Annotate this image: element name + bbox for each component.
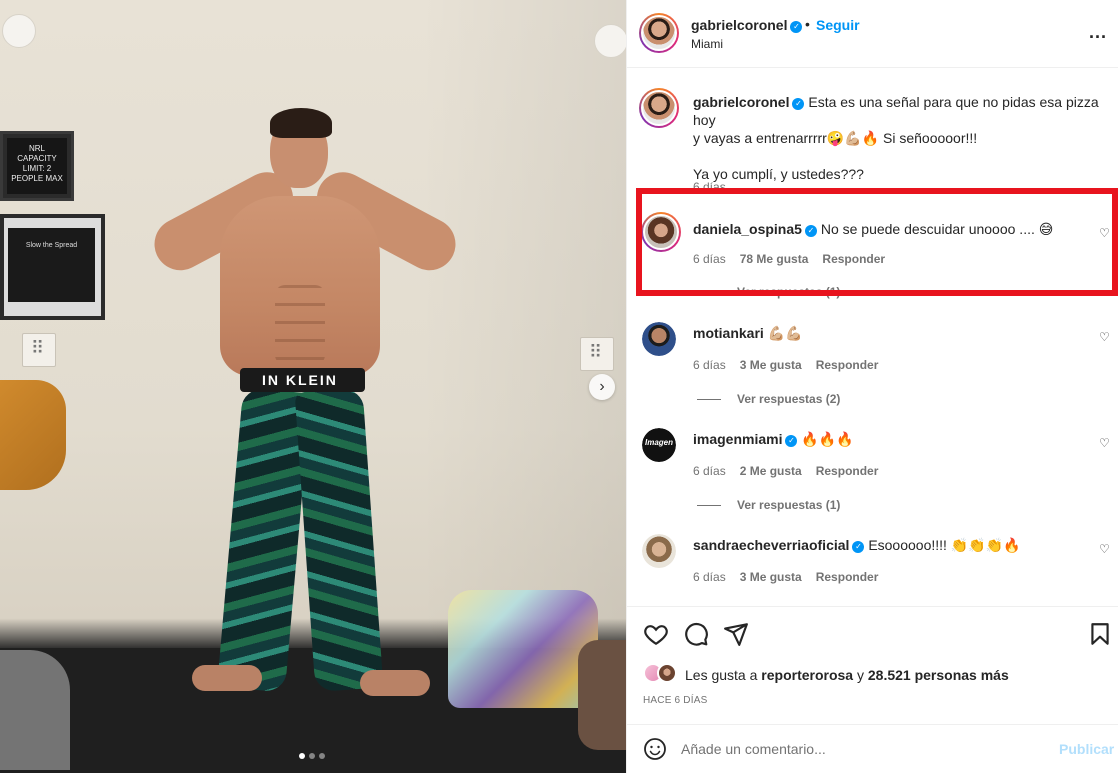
caption-username[interactable]: gabrielcoronel [693, 94, 789, 110]
carousel-dot [309, 753, 315, 759]
caption: gabrielcoronel ✓ Esta es una señal para q… [627, 68, 1118, 194]
commenter-avatar[interactable] [641, 212, 681, 252]
spread-sign: Slow the Spread [0, 214, 105, 320]
verified-icon: ✓ [792, 98, 805, 110]
wall-outlet [22, 333, 56, 367]
comment-likes[interactable]: 3 Me gusta [740, 358, 802, 372]
comment-text: sandraecheverriaoficial ✓ Esoooooo!!!! 👏👏… [693, 537, 1021, 553]
post-location[interactable]: Miami [691, 37, 723, 51]
commenter-avatar[interactable]: Imagen [642, 428, 676, 462]
more-options-icon[interactable]: ... [1089, 22, 1107, 43]
post-photo[interactable]: NRL CAPACITY LIMIT: 2 PEOPLE MAX Slow th… [0, 0, 626, 773]
author-avatar[interactable] [639, 88, 679, 128]
carousel-indicator [299, 753, 325, 759]
chair-base [0, 650, 70, 770]
post-header: gabrielcoronel ✓ • Seguir Miami ... [627, 0, 1118, 68]
comment-meta: 6 días 3 Me gusta Responder [693, 358, 878, 372]
comment-meta: 6 días 2 Me gusta Responder [693, 464, 878, 478]
verified-icon: ✓ [804, 225, 817, 237]
comment-like-icon[interactable]: ♡ [1099, 226, 1110, 240]
follow-button[interactable]: Seguir [816, 17, 860, 33]
verified-icon: ✓ [852, 541, 865, 553]
reply-button[interactable]: Responder [816, 464, 879, 478]
comment-bubble-icon[interactable] [683, 621, 709, 647]
post-date: HACE 6 DÍAS [643, 695, 708, 706]
foot-left [192, 665, 262, 691]
abs [275, 285, 325, 365]
smoke-detector [594, 24, 626, 58]
next-slide-button[interactable]: › [589, 374, 615, 400]
comment-item: sandraecheverriaoficial ✓ Esoooooo!!!! 👏👏… [627, 524, 1118, 604]
share-send-icon[interactable] [723, 621, 749, 647]
carousel-dot [319, 753, 325, 759]
waistband: IN KLEIN [240, 368, 365, 392]
liker-avatar [657, 663, 677, 683]
post-side-panel: gabrielcoronel ✓ • Seguir Miami ... gabri… [626, 0, 1118, 773]
comment-time: 6 días [693, 358, 726, 372]
caption-time: 6 días [693, 180, 726, 194]
author-avatar[interactable] [639, 13, 679, 53]
hair [270, 108, 332, 138]
instagram-post-view: NRL CAPACITY LIMIT: 2 PEOPLE MAX Slow th… [0, 0, 1118, 773]
smoke-detector [2, 14, 36, 48]
like-heart-icon[interactable] [643, 621, 669, 647]
comment-like-icon[interactable]: ♡ [1099, 542, 1110, 556]
carousel-dot [299, 753, 305, 759]
wall-outlet [580, 337, 614, 371]
liker-username[interactable]: reporterorosa [761, 667, 853, 683]
comment-input[interactable] [681, 739, 1041, 759]
likes-summary[interactable]: Les gusta a reporterorosa y 28.521 perso… [685, 667, 1009, 683]
caption-text: gabrielcoronel ✓ Esta es una señal para q… [693, 94, 1099, 182]
comment-time: 6 días [693, 252, 726, 266]
emoji-icon[interactable] [643, 737, 667, 761]
capacity-sign: NRL CAPACITY LIMIT: 2 PEOPLE MAX [0, 131, 74, 201]
comment-text: daniela_ospina5 ✓ No se puede descuidar u… [693, 221, 1054, 237]
leg-right [294, 387, 384, 693]
reply-button[interactable]: Responder [816, 570, 879, 584]
verified-icon: ✓ [785, 435, 798, 447]
iridescent-bag [448, 590, 598, 708]
reply-button[interactable]: Responder [822, 252, 885, 266]
comment-meta: 6 días 78 Me gusta Responder [693, 252, 885, 266]
comment-composer: Publicar [627, 724, 1118, 773]
comment-item: Imagen imagenmiami ✓ 🔥🔥🔥 ♡ 6 días 2 Me gus… [627, 418, 1118, 522]
likes-count[interactable]: 28.521 personas más [868, 667, 1009, 683]
comment-like-icon[interactable]: ♡ [1099, 436, 1110, 450]
comment-like-icon[interactable]: ♡ [1099, 330, 1110, 344]
foot-right [360, 670, 430, 696]
comment-time: 6 días [693, 570, 726, 584]
view-replies-link[interactable]: Ver respuestas (2) [697, 392, 840, 406]
separator-dot: • [805, 16, 810, 32]
chair [0, 380, 66, 490]
publish-button[interactable]: Publicar [1059, 741, 1114, 757]
comment-text: imagenmiami ✓ 🔥🔥🔥 [693, 431, 854, 447]
comment-username[interactable]: sandraecheverriaoficial [693, 537, 849, 553]
save-bookmark-icon[interactable] [1087, 621, 1113, 647]
reply-button[interactable]: Responder [816, 358, 879, 372]
verified-icon: ✓ [790, 21, 803, 33]
comment-username[interactable]: imagenmiami [693, 431, 782, 447]
post-actions: Les gusta a reporterorosa y 28.521 perso… [627, 606, 1118, 706]
view-replies-link[interactable]: Ver respuestas (1) [697, 498, 840, 512]
view-replies-link[interactable]: Ver respuestas (1) [697, 285, 840, 299]
comment-meta: 6 días 3 Me gusta Responder [693, 570, 878, 584]
comment-text: motiankari 💪🏼💪🏼 [693, 325, 803, 341]
comment-likes[interactable]: 78 Me gusta [740, 252, 809, 266]
comment-username[interactable]: motiankari [693, 325, 764, 341]
comment-likes[interactable]: 3 Me gusta [740, 570, 802, 584]
leather-bag [578, 640, 626, 750]
comment-item: daniela_ospina5 ✓ No se puede descuidar u… [627, 196, 1118, 302]
author-username[interactable]: gabrielcoronel ✓ [691, 17, 803, 33]
commenter-avatar[interactable] [642, 322, 676, 356]
comment-item: motiankari 💪🏼💪🏼 ♡ 6 días 3 Me gusta Respon… [627, 312, 1118, 416]
comment-likes[interactable]: 2 Me gusta [740, 464, 802, 478]
commenter-avatar[interactable] [642, 534, 676, 568]
comment-time: 6 días [693, 464, 726, 478]
person-figure: IN KLEIN [130, 100, 470, 730]
comment-username[interactable]: daniela_ospina5 [693, 221, 802, 237]
